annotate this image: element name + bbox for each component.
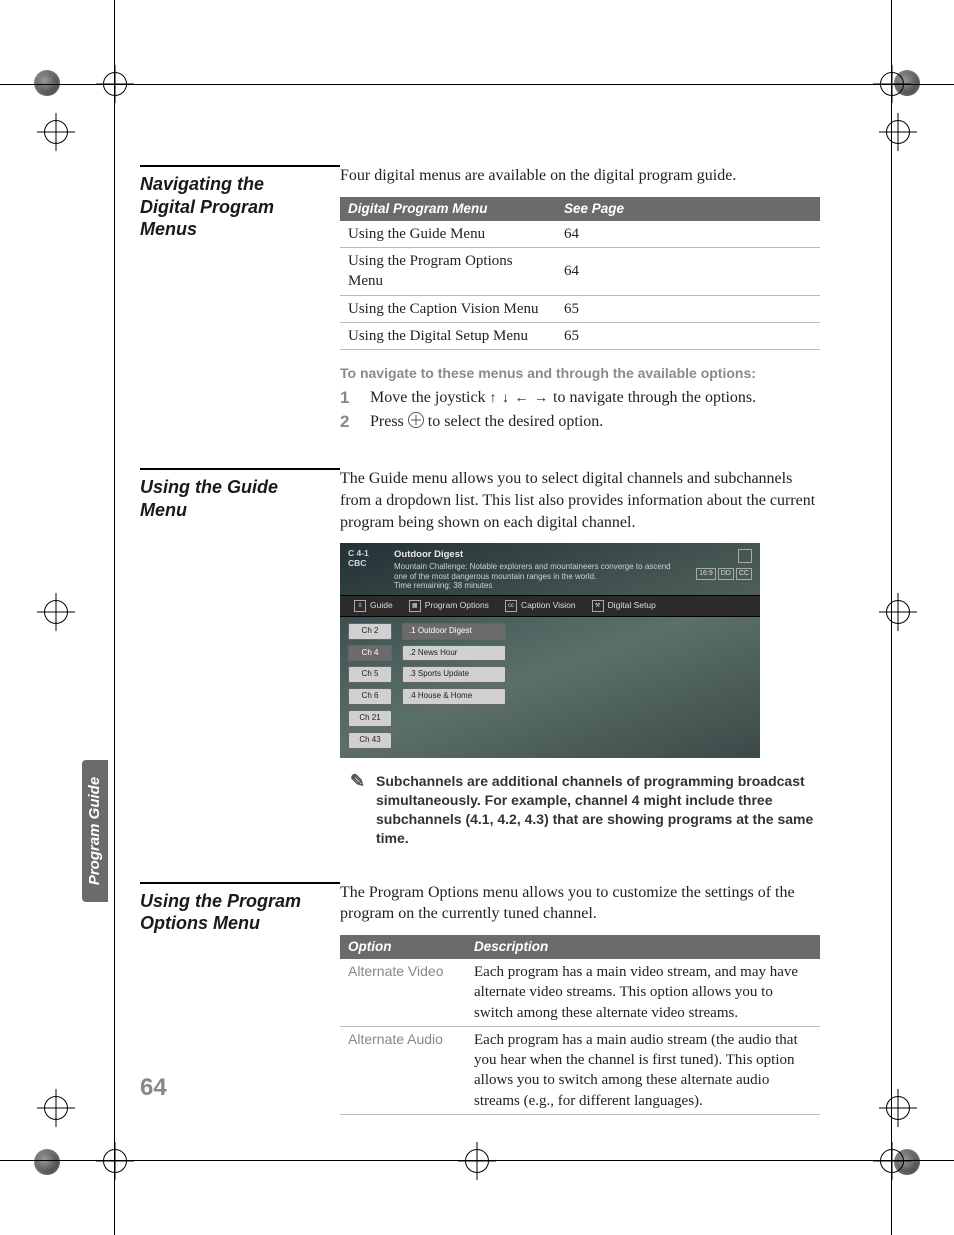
table-row: Alternate Audio Each program has a main …	[340, 1026, 820, 1114]
crop-line	[0, 84, 954, 85]
note-pen-icon: ✎	[350, 772, 368, 848]
registration-target-icon	[886, 120, 910, 144]
note-callout: ✎ Subchannels are additional channels of…	[350, 772, 820, 848]
info-icon	[738, 549, 752, 563]
screenshot-channel-item: Ch 5	[348, 666, 392, 683]
registration-target-icon	[44, 600, 68, 624]
screenshot-channel-item: Ch 43	[348, 732, 392, 749]
digital-menu-table: Digital Program Menu See Page Using the …	[340, 197, 820, 350]
screenshot-channel-item: Ch 4	[348, 645, 392, 662]
screenshot-channel-item: Ch 2	[348, 623, 392, 640]
section-heading: Navigating the Digital Program Menus	[140, 173, 324, 241]
table-header: See Page	[556, 197, 820, 221]
crop-line	[891, 0, 892, 1235]
registration-target-icon	[44, 1096, 68, 1120]
registration-target-icon	[103, 1149, 127, 1173]
section-heading: Using the Guide Menu	[140, 476, 324, 521]
screenshot-subchannel-item: .1 Outdoor Digest	[402, 623, 506, 640]
crop-ornament	[34, 1149, 60, 1175]
registration-target-icon	[44, 120, 68, 144]
audio-badge: DD	[718, 568, 734, 579]
screenshot-channel-item: Ch 21	[348, 710, 392, 727]
body-text: Four digital menus are available on the …	[340, 165, 820, 187]
screenshot-subchannel-item: .2 News Hour	[402, 645, 506, 662]
screenshot-program-desc: Mountain Challenge: Notable explorers an…	[394, 562, 682, 581]
screenshot-channel-call: CBC	[348, 559, 384, 568]
screenshot-time-remaining: Time remaining: 38 minutes	[394, 581, 682, 591]
table-row: Alternate Video Each program has a main …	[340, 959, 820, 1026]
registration-target-icon	[880, 1149, 904, 1173]
section-heading: Using the Program Options Menu	[140, 890, 324, 935]
table-header: Digital Program Menu	[340, 197, 556, 221]
crop-line	[0, 1160, 954, 1161]
body-text: The Guide menu allows you to select digi…	[340, 468, 820, 533]
table-row: Using the Digital Setup Menu65	[340, 322, 820, 349]
table-row: Using the Program Options Menu64	[340, 248, 820, 296]
crop-ornament	[34, 70, 60, 96]
grid-icon: ▦	[409, 600, 421, 612]
registration-target-icon	[886, 1096, 910, 1120]
step-item: Move the joystick ↑ ↓ ← → to navigate th…	[340, 387, 820, 409]
aspect-badge: 16:9	[696, 568, 716, 579]
select-button-icon	[408, 412, 424, 428]
crop-line	[114, 0, 115, 1235]
joystick-arrows-icon: ↑ ↓ ← →	[490, 391, 550, 406]
instruction-lead: To navigate to these menus and through t…	[340, 364, 820, 383]
screenshot-subchannel-item: .4 House & Home	[402, 688, 506, 705]
table-header: Option	[340, 935, 466, 959]
cc-icon: cc	[505, 600, 517, 612]
cc-badge: CC	[736, 568, 752, 579]
guide-menu-screenshot: C 4-1 CBC Outdoor Digest Mountain Challe…	[340, 543, 760, 758]
screenshot-tab-digital-setup: ⚒Digital Setup	[584, 599, 664, 613]
tools-icon: ⚒	[592, 600, 604, 612]
body-text: The Program Options menu allows you to c…	[340, 882, 820, 925]
program-options-table: Option Description Alternate Video Each …	[340, 935, 820, 1115]
registration-target-icon	[886, 600, 910, 624]
step-item: Press to select the desired option.	[340, 411, 820, 433]
table-row: Using the Guide Menu64	[340, 221, 820, 248]
list-icon: ≡	[354, 600, 366, 612]
screenshot-tab-program-options: ▦Program Options	[401, 599, 497, 613]
section-tab-label: Program Guide	[85, 777, 105, 885]
screenshot-tab-guide: ≡Guide	[346, 599, 401, 613]
note-text: Subchannels are additional channels of p…	[376, 772, 820, 848]
screenshot-subchannel-item: .3 Sports Update	[402, 666, 506, 683]
screenshot-channel-item: Ch 6	[348, 688, 392, 705]
table-row: Using the Caption Vision Menu65	[340, 295, 820, 322]
table-header: Description	[466, 935, 820, 959]
registration-target-icon	[465, 1149, 489, 1173]
section-tab: Program Guide	[82, 760, 108, 902]
screenshot-tab-caption-vision: ccCaption Vision	[497, 599, 584, 613]
screenshot-program-title: Outdoor Digest	[394, 549, 682, 562]
